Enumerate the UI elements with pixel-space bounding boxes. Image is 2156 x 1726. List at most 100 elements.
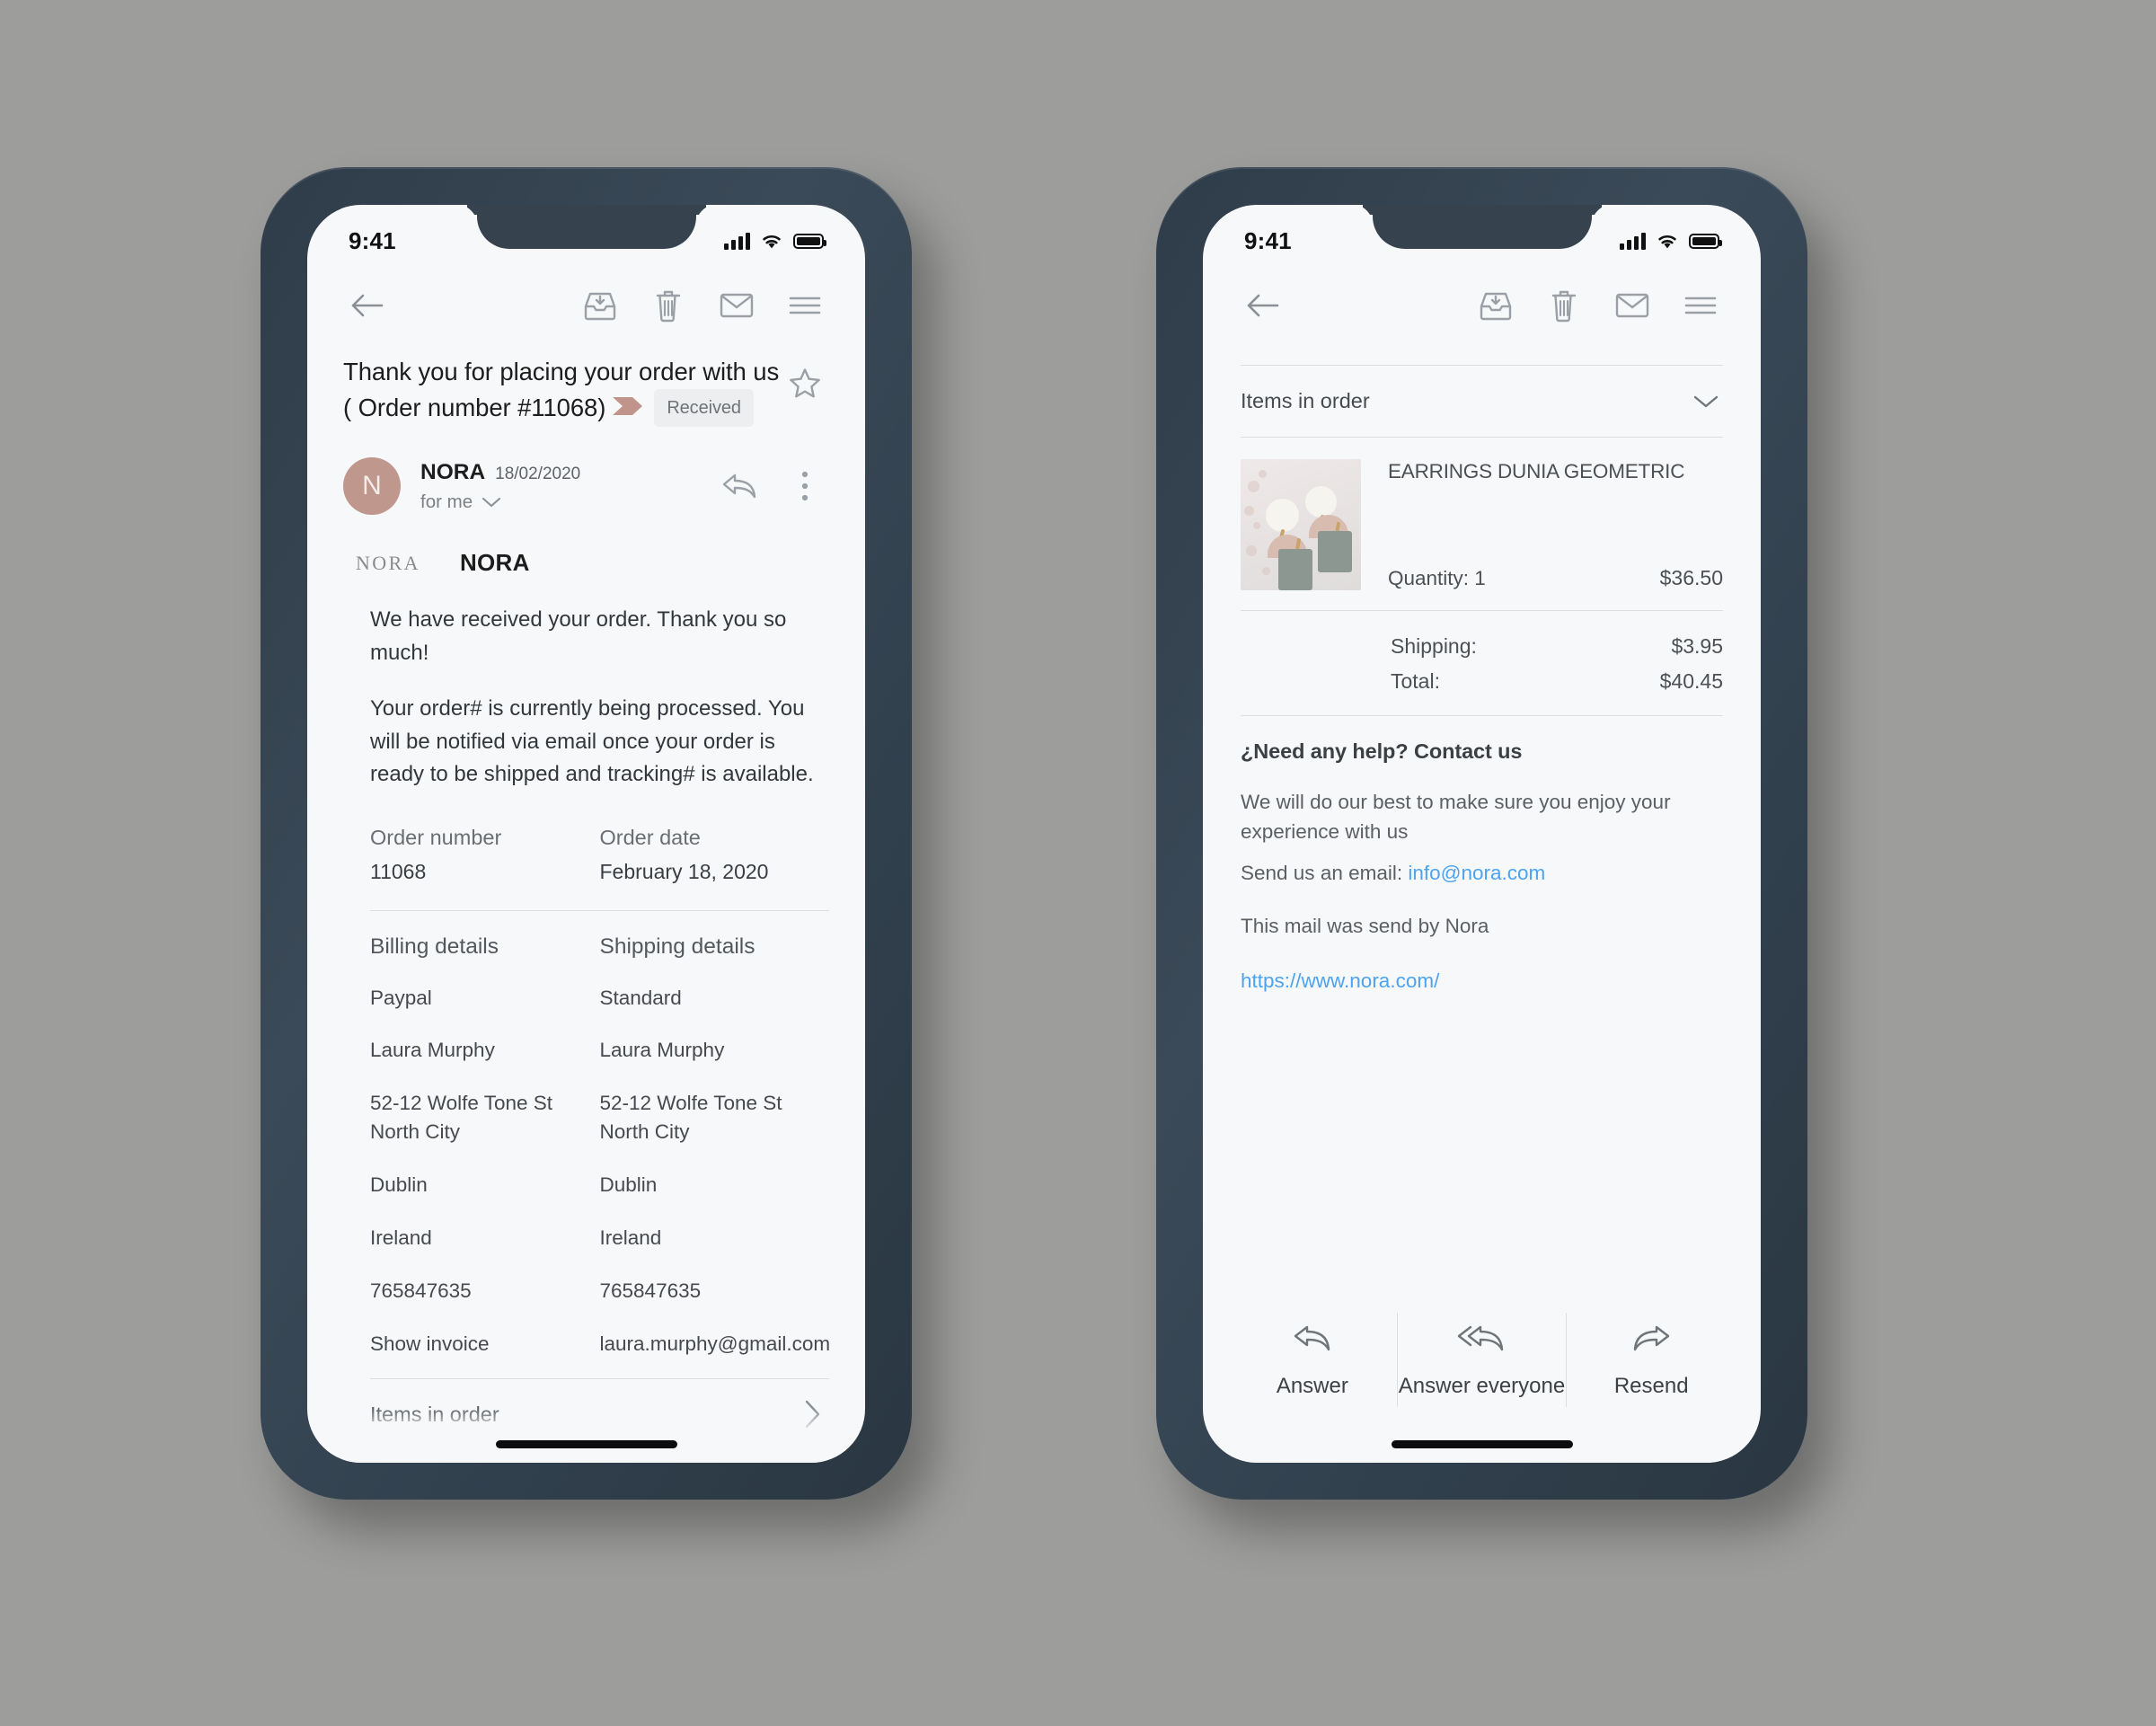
cellular-signal-icon <box>724 232 750 250</box>
product-bottom-row: Quantity: 1 $36.50 <box>1388 566 1723 590</box>
billing-details-header: Billing details <box>370 934 499 959</box>
items-in-order-label: Items in order <box>370 1402 499 1426</box>
shipping-cell: Standard <box>599 986 682 1009</box>
battery-icon <box>793 233 826 249</box>
items-in-order-row[interactable]: Items in order <box>370 1399 829 1429</box>
shipping-cell: Dublin <box>599 1173 658 1197</box>
more-vertical-icon[interactable] <box>784 465 826 507</box>
show-invoice-link[interactable]: Show invoice <box>370 1330 600 1359</box>
email-subject: Thank you for placing your order with us… <box>343 354 781 428</box>
archive-inbox-icon[interactable] <box>576 281 624 330</box>
shipping-details-header: Shipping details <box>599 934 755 959</box>
table-row: 765847635 765847635 <box>370 1277 829 1306</box>
status-time: 9:41 <box>1244 226 1292 254</box>
answer-everyone-button[interactable]: Answer everyone <box>1398 1304 1567 1416</box>
divider <box>370 909 829 911</box>
avatar: N <box>343 457 401 516</box>
toolbar <box>1203 264 1761 334</box>
home-indicator <box>1391 1440 1573 1448</box>
divider <box>370 1378 829 1380</box>
table-row: Paypal Standard <box>370 984 829 1013</box>
cellular-signal-icon <box>1620 232 1646 250</box>
answer-label: Answer <box>1276 1374 1348 1399</box>
items-in-order-accordion[interactable]: Items in order <box>1235 366 1728 437</box>
help-text: We will do our best to make sure you enj… <box>1241 791 1671 844</box>
total-label: Total: <box>1391 669 1440 693</box>
table-row: Laura Murphy Laura Murphy <box>370 1036 829 1065</box>
totals-row: Total: $40.45 <box>1241 669 1723 694</box>
divider <box>1241 715 1723 716</box>
reply-arrow-icon[interactable] <box>720 465 761 507</box>
subject-row: Thank you for placing your order with us… <box>343 354 829 428</box>
wifi-icon <box>763 235 781 249</box>
help-email-line: Send us an email: info@nora.com <box>1241 858 1708 888</box>
phone-left-content: Thank you for placing your order with us… <box>307 354 865 1429</box>
screenshot-stage: 9:41 Thank you for placing your order wi… <box>0 0 2156 1726</box>
resend-button[interactable]: Resend <box>1567 1304 1736 1416</box>
order-date-label: Order date <box>599 825 701 849</box>
order-meta: Order number 11068 Order date February 1… <box>370 826 829 887</box>
total-value: $40.45 <box>1659 669 1723 693</box>
home-indicator <box>495 1440 677 1448</box>
brand-name: NORA <box>459 549 530 577</box>
billing-cell: 765847635 <box>370 1279 472 1303</box>
sender-actions <box>720 465 826 507</box>
back-arrow-icon[interactable] <box>1239 281 1287 330</box>
shipping-cell: 765847635 <box>599 1279 702 1303</box>
order-number-label: Order number <box>370 825 502 849</box>
order-date-value: February 18, 2020 <box>599 859 769 883</box>
footer-action-bar: Answer Answer everyone Resend <box>1203 1304 1761 1416</box>
sender-meta: NORA 18/02/2020 for me <box>420 460 720 513</box>
recipients-label: for me <box>420 491 473 512</box>
shipping-cell: Ireland <box>599 1226 662 1250</box>
help-heading: ¿Need any help? Contact us <box>1241 739 1523 763</box>
status-time: 9:41 <box>349 226 396 254</box>
toolbar <box>307 264 865 334</box>
billing-cell: Paypal <box>370 986 432 1009</box>
email-body-paragraph: We have received your order. Thank you s… <box>370 607 787 665</box>
order-number-block: Order number 11068 <box>370 826 600 887</box>
status-badge: Received <box>654 389 754 428</box>
phone-left-screen: 9:41 Thank you for placing your order wi… <box>307 205 865 1463</box>
back-arrow-icon[interactable] <box>343 281 392 330</box>
status-chevron-icon <box>611 392 645 427</box>
trash-icon[interactable] <box>1540 281 1588 330</box>
star-outline-icon[interactable] <box>781 359 829 408</box>
table-row-links: Show invoice laura.murphy@gmail.com <box>370 1330 831 1359</box>
battery-icon <box>1689 233 1722 249</box>
website-link[interactable]: https://www.nora.com/ <box>1241 969 1728 993</box>
archive-inbox-icon[interactable] <box>1471 281 1520 330</box>
billing-cell: Dublin <box>370 1173 428 1197</box>
status-bar: 9:41 <box>307 205 865 264</box>
product-quantity: Quantity: 1 <box>1388 567 1486 589</box>
email-prefix-label: Send us an email: <box>1241 861 1409 884</box>
sender-date: 18/02/2020 <box>495 464 581 483</box>
status-bar: 9:41 <box>1203 205 1761 264</box>
hamburger-menu-icon[interactable] <box>781 281 829 330</box>
answer-button[interactable]: Answer <box>1228 1304 1397 1416</box>
customer-email-link[interactable]: laura.murphy@gmail.com <box>600 1330 831 1359</box>
support-email-link[interactable]: info@nora.com <box>1408 862 1545 884</box>
envelope-icon[interactable] <box>1608 281 1657 330</box>
product-row[interactable]: EARRINGS DUNIA GEOMETRIC Quantity: 1 $36… <box>1235 438 1728 610</box>
shipping-cell: Laura Murphy <box>599 1039 725 1062</box>
resend-label: Resend <box>1613 1374 1689 1399</box>
table-row: Dublin Dublin <box>370 1171 829 1199</box>
table-row: Ireland Ireland <box>370 1224 829 1252</box>
items-in-order-label: Items in order <box>1241 389 1370 412</box>
answer-everyone-label: Answer everyone <box>1398 1374 1566 1399</box>
forward-arrow-icon <box>1633 1326 1670 1351</box>
order-date-block: Order date February 18, 2020 <box>600 826 830 887</box>
email-body-paragraph: Your order# is currently being processed… <box>370 696 814 787</box>
recipients-toggle[interactable]: for me <box>420 491 720 513</box>
billing-cell: 52-12 Wolfe Tone St North City <box>370 1092 553 1144</box>
wifi-icon <box>1658 235 1676 249</box>
reply-arrow-icon <box>1294 1326 1330 1351</box>
shipping-label: Shipping: <box>1391 634 1477 658</box>
details-header-row: Billing details Shipping details <box>370 934 829 960</box>
envelope-icon[interactable] <box>712 281 761 330</box>
billing-cell: Laura Murphy <box>370 1039 495 1062</box>
hamburger-menu-icon[interactable] <box>1676 281 1725 330</box>
trash-icon[interactable] <box>644 281 693 330</box>
shipping-value: $3.95 <box>1671 634 1723 658</box>
